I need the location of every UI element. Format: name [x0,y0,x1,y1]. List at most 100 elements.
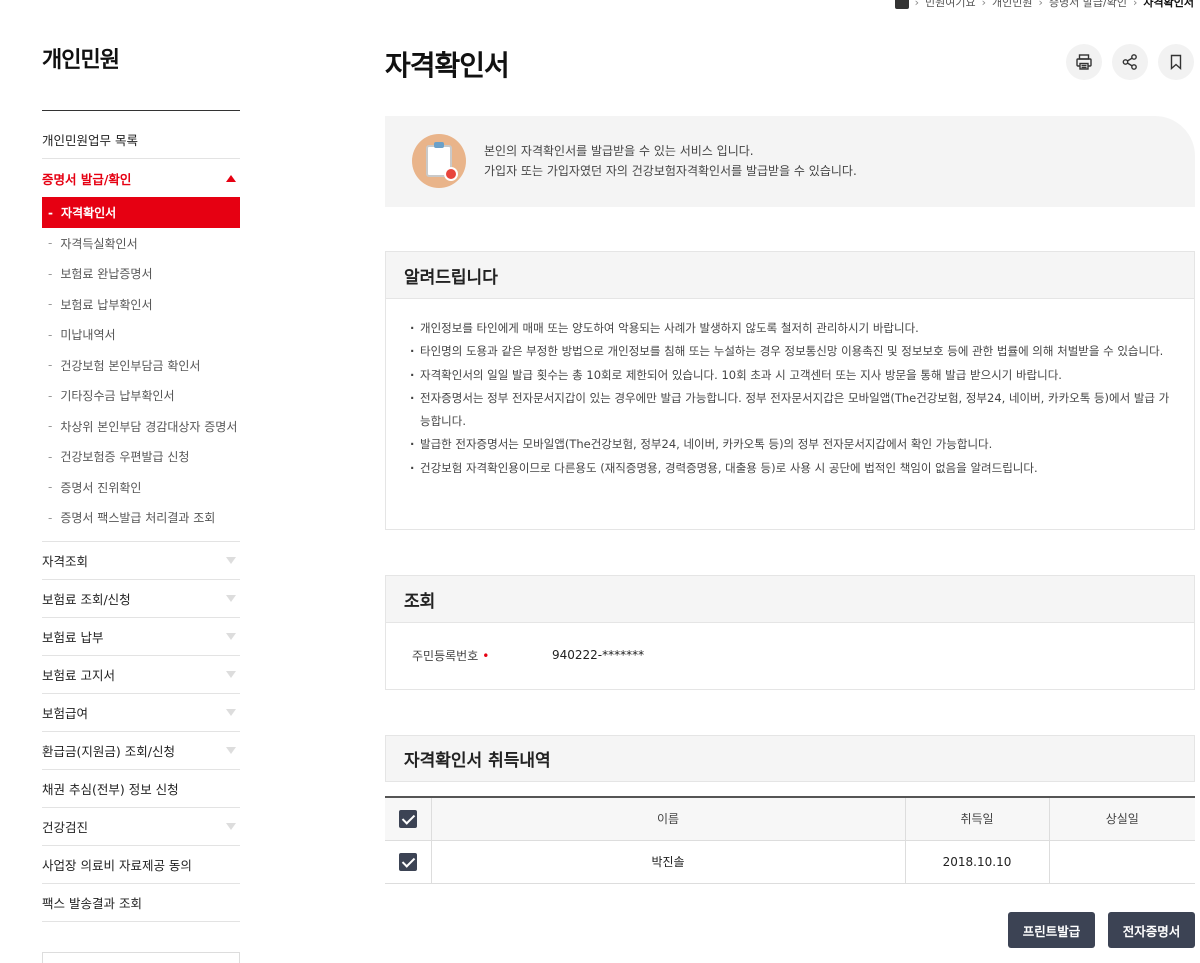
breadcrumb-current: 자격확인서 [1143,0,1194,9]
expand-arrow-icon [226,747,236,754]
breadcrumb-item[interactable]: 민원여기요 [925,0,976,10]
print-issue-button[interactable]: 프린트발급 [1008,912,1095,948]
notice-item: 자격확인서의 일일 발급 횟수는 총 10회로 제한되어 있습니다. 10회 초… [410,364,1170,388]
sidebar-item-label: 보험료 조회/신청 [42,592,131,607]
expand-arrow-icon [226,557,236,564]
notice-item: 전자증명서는 정부 전자문서지갑이 있는 경우에만 발급 가능합니다. 정부 전… [410,387,1170,434]
bookmark-button[interactable] [1158,44,1194,80]
sidebar-subitem[interactable]: - 증명서 팩스발급 처리결과 조회 [42,503,240,534]
sidebar-subitem-label: 미납내역서 [60,328,116,343]
notice-item: 개인정보를 타인에게 매매 또는 양도하여 악용되는 사례가 발생하지 않도록 … [410,317,1170,341]
sidebar-item-label: 팩스 발송결과 조회 [42,896,142,911]
sidebar-subitem-label: 보험료 완납증명서 [60,267,153,282]
row-checkbox[interactable] [398,852,417,871]
sidebar-item[interactable]: 보험료 납부 [42,618,240,656]
resident-number-label: 주민등록번호 [412,648,479,663]
notice-item: 건강보험 자격확인용이므로 다른용도 (재직증명용, 경력증명용, 대출용 등)… [410,457,1170,481]
sidebar-subitem[interactable]: - 보험료 완납증명서 [42,259,240,290]
sidebar-item[interactable]: 보험급여 [42,694,240,732]
sidebar-subitem[interactable]: - 자격득실확인서 [42,228,240,259]
sidebar-subitem-label: 건강보험 본인부담금 확인서 [60,358,201,373]
page-tools [1066,44,1194,80]
cell-acquired-date: 2018.10.10 [904,840,1049,884]
expand-arrow-icon [226,823,236,830]
sidebar-subitem-label: 자격확인서 [60,206,117,220]
print-button[interactable] [1066,44,1102,80]
sidebar-banner [42,952,240,963]
sidebar-item[interactable]: 건강검진 [42,808,240,846]
notice-body: 개인정보를 타인에게 매매 또는 양도하여 악용되는 사례가 발생하지 않도록 … [385,299,1195,530]
column-header-name: 이름 [430,797,905,841]
sidebar-item[interactable]: 보험료 조회/신청 [42,580,240,618]
sidebar-item-label: 보험료 고지서 [42,668,115,683]
sidebar-item[interactable]: 자격조회 [42,542,240,580]
expand-arrow-icon [226,671,236,678]
required-mark: • [482,648,490,663]
sidebar-subitem-label: 자격득실확인서 [60,236,138,251]
column-header-acquired: 취득일 [904,797,1049,841]
lookup-body: 주민등록번호 • 940222-******* [385,623,1195,690]
notice-item: 타인명의 도용과 같은 부정한 방법으로 개인정보를 침해 또는 누설하는 경우… [410,340,1170,364]
sidebar-item[interactable]: 증명서 발급/확인 [42,159,240,197]
column-header-lost: 상실일 [1048,797,1195,841]
sidebar-item-label: 증명서 발급/확인 [42,171,132,187]
intro-line: 본인의 자격확인서를 발급받을 수 있는 서비스 입니다. [484,144,754,158]
bookmark-icon [1170,54,1182,71]
breadcrumb-item[interactable]: 증명서 발급/확인 [1049,0,1127,10]
sidebar-item-label: 보험료 납부 [42,630,104,645]
sidebar-item-label: 보험급여 [42,706,89,721]
sidebar-subitem[interactable]: - 건강보험 본인부담금 확인서 [42,350,240,381]
sidebar-subitem-label: 기타징수금 납부확인서 [60,389,175,404]
sidebar-item[interactable]: 환급금(지원금) 조회/신청 [42,732,240,770]
home-icon[interactable] [894,0,909,9]
notice-title: 알려드립니다 [385,251,1195,299]
sidebar-divider [42,110,240,111]
sidebar-item-label: 개인민원업무 목록 [42,133,138,148]
share-button[interactable] [1112,44,1148,80]
sidebar-item-label: 사업장 의료비 자료제공 동의 [42,858,192,873]
sidebar-subitem[interactable]: - 기타징수금 납부확인서 [42,381,240,412]
share-icon [1122,54,1137,70]
cell-lost-date [1048,840,1195,884]
page-title: 자격확인서 [385,49,510,82]
sidebar-subitem[interactable]: - 자격확인서 [42,197,240,228]
sidebar-subitem[interactable]: - 보험료 납부확인서 [42,289,240,320]
sidebar-subitem[interactable]: - 차상위 본인부담 경감대상자 증명서 [42,411,240,442]
service-intro: 본인의 자격확인서를 발급받을 수 있는 서비스 입니다. 가입자 또는 가입자… [385,116,1195,207]
table-header-row: 이름 취득일 상실일 [385,797,1195,841]
table-row: 박진솔 2018.10.10 [385,840,1195,884]
collapse-arrow-icon [226,174,236,182]
sidebar-title: 개인민원 [42,48,120,73]
sidebar-subitem-label: 차상위 본인부담 경감대상자 증명서 [60,419,238,434]
resident-number-value: 940222-******* [552,648,645,662]
breadcrumb: › 민원여기요 › 개인민원 › 증명서 발급/확인 › 자격확인서 [894,0,1194,10]
sidebar-subitem-label: 증명서 팩스발급 처리결과 조회 [60,511,216,526]
sidebar-subitem[interactable]: - 미납내역서 [42,320,240,351]
certificate-icon [412,134,466,188]
cell-name: 박진솔 [430,840,905,884]
expand-arrow-icon [226,709,236,716]
history-title: 자격확인서 취득내역 [385,735,1195,782]
sidebar-subitem[interactable]: - 증명서 진위확인 [42,472,240,503]
sidebar-item[interactable]: 채권 추심(전부) 정보 신청 [42,770,240,808]
sidebar-submenu: - 자격확인서 - 자격득실확인서 - 보험료 완납증명서 - 보험료 납부확인서 - 미납내역서… [42,197,240,542]
sidebar-item[interactable]: 사업장 의료비 자료제공 동의 [42,846,240,884]
sidebar-subitem-label: 보험료 납부확인서 [60,297,153,312]
sidebar-item[interactable]: 팩스 발송결과 조회 [42,884,240,922]
lookup-title: 조회 [385,575,1195,623]
notice-item: 발급한 전자증명서는 모바일앱(The건강보험, 정부24, 네이버, 카카오톡… [410,433,1170,457]
history-table: 이름 취득일 상실일 박진솔 2018.10.10 [385,796,1195,884]
breadcrumb-item[interactable]: 개인민원 [992,0,1032,10]
sidebar-item[interactable]: 개인민원업무 목록 [42,121,240,159]
select-all-checkbox[interactable] [398,809,417,828]
print-icon [1076,54,1092,70]
sidebar-item[interactable]: 보험료 고지서 [42,656,240,694]
sidebar-item-label: 채권 추심(전부) 정보 신청 [42,782,179,797]
sidebar-item-label: 건강검진 [42,820,89,835]
sidebar-item-label: 자격조회 [42,554,89,569]
expand-arrow-icon [226,595,236,602]
sidebar-subitem[interactable]: - 건강보험증 우편발급 신청 [42,442,240,473]
electronic-certificate-button[interactable]: 전자증명서 [1108,912,1195,948]
sidebar-subitem-label: 건강보험증 우편발급 신청 [60,450,190,465]
intro-line: 가입자 또는 가입자였던 자의 건강보험자격확인서를 발급받을 수 있습니다. [484,164,857,178]
